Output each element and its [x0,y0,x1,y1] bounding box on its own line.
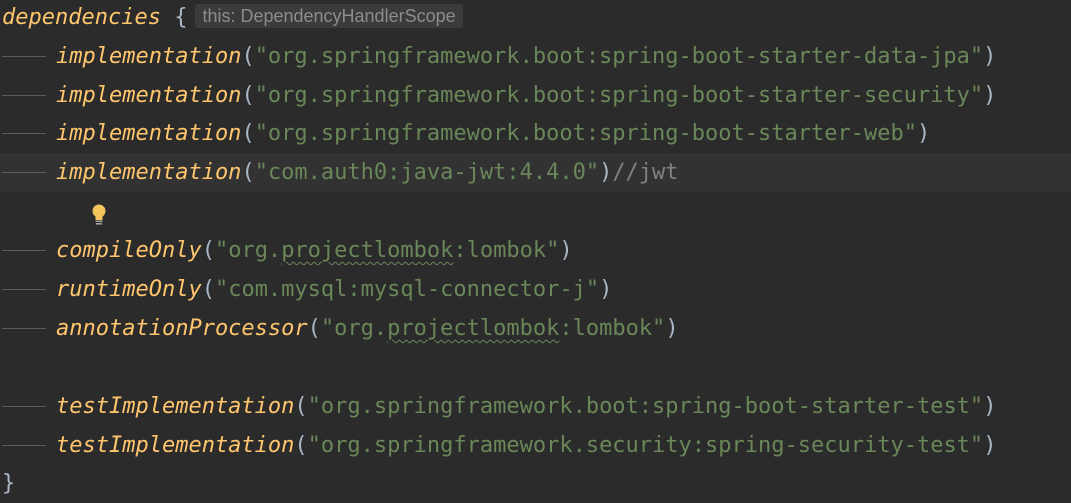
indent-guide [2,133,46,134]
string-literal-suffix: :lombok" [453,238,560,263]
function-name: testImplementation [56,394,295,419]
open-paren: ( [241,44,255,69]
indent-guide [2,289,46,290]
code-line-current[interactable]: implementation("com.auth0:java-jwt:4.4.0… [0,153,1071,225]
indent-guide [2,406,46,407]
line-comment: //jwt [612,160,679,185]
string-literal: "org.springframework.security:spring-sec… [307,433,984,458]
spelling-warning[interactable]: projectlombok [387,316,559,341]
close-paren: ) [983,394,997,419]
code-text: compileOnly("org.projectlombok:lombok") [56,231,573,270]
string-literal: "com.mysql:mysql-connector-j" [214,277,600,302]
indent-guide [2,445,46,446]
code-text: dependencies { this: DependencyHandlerSco… [2,0,463,37]
close-paren: ) [665,316,679,341]
open-paren: ( [294,394,308,419]
string-literal: "org.springframework.boot:spring-boot-st… [307,394,984,419]
function-name: implementation [56,83,242,108]
open-paren: ( [241,121,255,146]
code-line-close[interactable]: } [0,464,1071,503]
code-line-dependencies[interactable]: dependencies { this: DependencyHandlerSco… [0,0,1071,37]
code-text: annotationProcessor("org.projectlombok:l… [56,309,679,348]
open-paren: ( [241,160,255,185]
code-text: } [2,464,15,503]
code-line[interactable]: runtimeOnly("com.mysql:mysql-connector-j… [0,270,1071,309]
close-brace: } [2,471,16,496]
lightbulb-icon[interactable] [12,161,106,225]
function-name: implementation [56,121,242,146]
code-text: testImplementation("org.springframework.… [56,387,996,426]
spelling-warning[interactable]: projectlombok [281,238,453,263]
close-paren: ) [983,44,997,69]
string-literal: "org.springframework.boot:spring-boot-st… [254,121,917,146]
close-paren: ) [983,433,997,458]
function-name: testImplementation [56,433,295,458]
string-literal: "org.springframework.boot:spring-boot-st… [254,44,984,69]
open-paren: ( [201,277,215,302]
open-brace: { [174,5,188,30]
string-literal-prefix: "org. [214,238,282,263]
code-line[interactable]: testImplementation("org.springframework.… [0,426,1071,465]
close-paren: ) [916,121,931,146]
indent-guide [2,95,46,96]
code-line[interactable]: compileOnly("org.projectlombok:lombok") [0,231,1071,270]
function-name: implementation [56,160,242,185]
dependencies-keyword: dependencies [2,5,161,30]
code-text: implementation("org.springframework.boot… [56,37,996,76]
close-paren: ) [599,160,613,185]
code-line[interactable]: implementation("org.springframework.boot… [0,76,1071,115]
indent-guide [2,250,46,251]
code-text: implementation("org.springframework.boot… [56,76,996,115]
code-line[interactable]: implementation("org.springframework.boot… [0,37,1071,76]
code-text: testImplementation("org.springframework.… [56,426,996,465]
string-literal: "org.springframework.boot:spring-boot-st… [254,83,984,108]
function-name: compileOnly [56,238,202,263]
code-line[interactable]: testImplementation("org.springframework.… [0,387,1071,426]
string-literal-suffix: :lombok" [559,316,666,341]
close-paren: ) [559,238,573,263]
code-text: implementation("org.springframework.boot… [56,114,930,153]
code-line[interactable]: implementation("org.springframework.boot… [0,114,1071,153]
indent-guide [2,328,46,329]
open-paren: ( [241,83,255,108]
code-line[interactable]: annotationProcessor("org.projectlombok:l… [0,309,1071,348]
function-name: annotationProcessor [56,316,308,341]
close-paren: ) [599,277,613,302]
open-paren: ( [201,238,215,263]
function-name: implementation [56,44,242,69]
code-text: implementation("com.auth0:java-jwt:4.4.0… [56,153,679,192]
open-paren: ( [307,316,321,341]
inlay-hint: this: DependencyHandlerScope [195,4,463,28]
open-paren: ( [294,433,308,458]
string-literal: "com.auth0:java-jwt:4.4.0" [254,160,600,185]
code-text: runtimeOnly("com.mysql:mysql-connector-j… [56,270,612,309]
indent-guide [2,56,46,57]
close-paren: ) [983,83,997,108]
function-name: runtimeOnly [56,277,202,302]
string-literal-prefix: "org. [320,316,388,341]
code-editor[interactable]: dependencies { this: DependencyHandlerSco… [0,0,1071,503]
